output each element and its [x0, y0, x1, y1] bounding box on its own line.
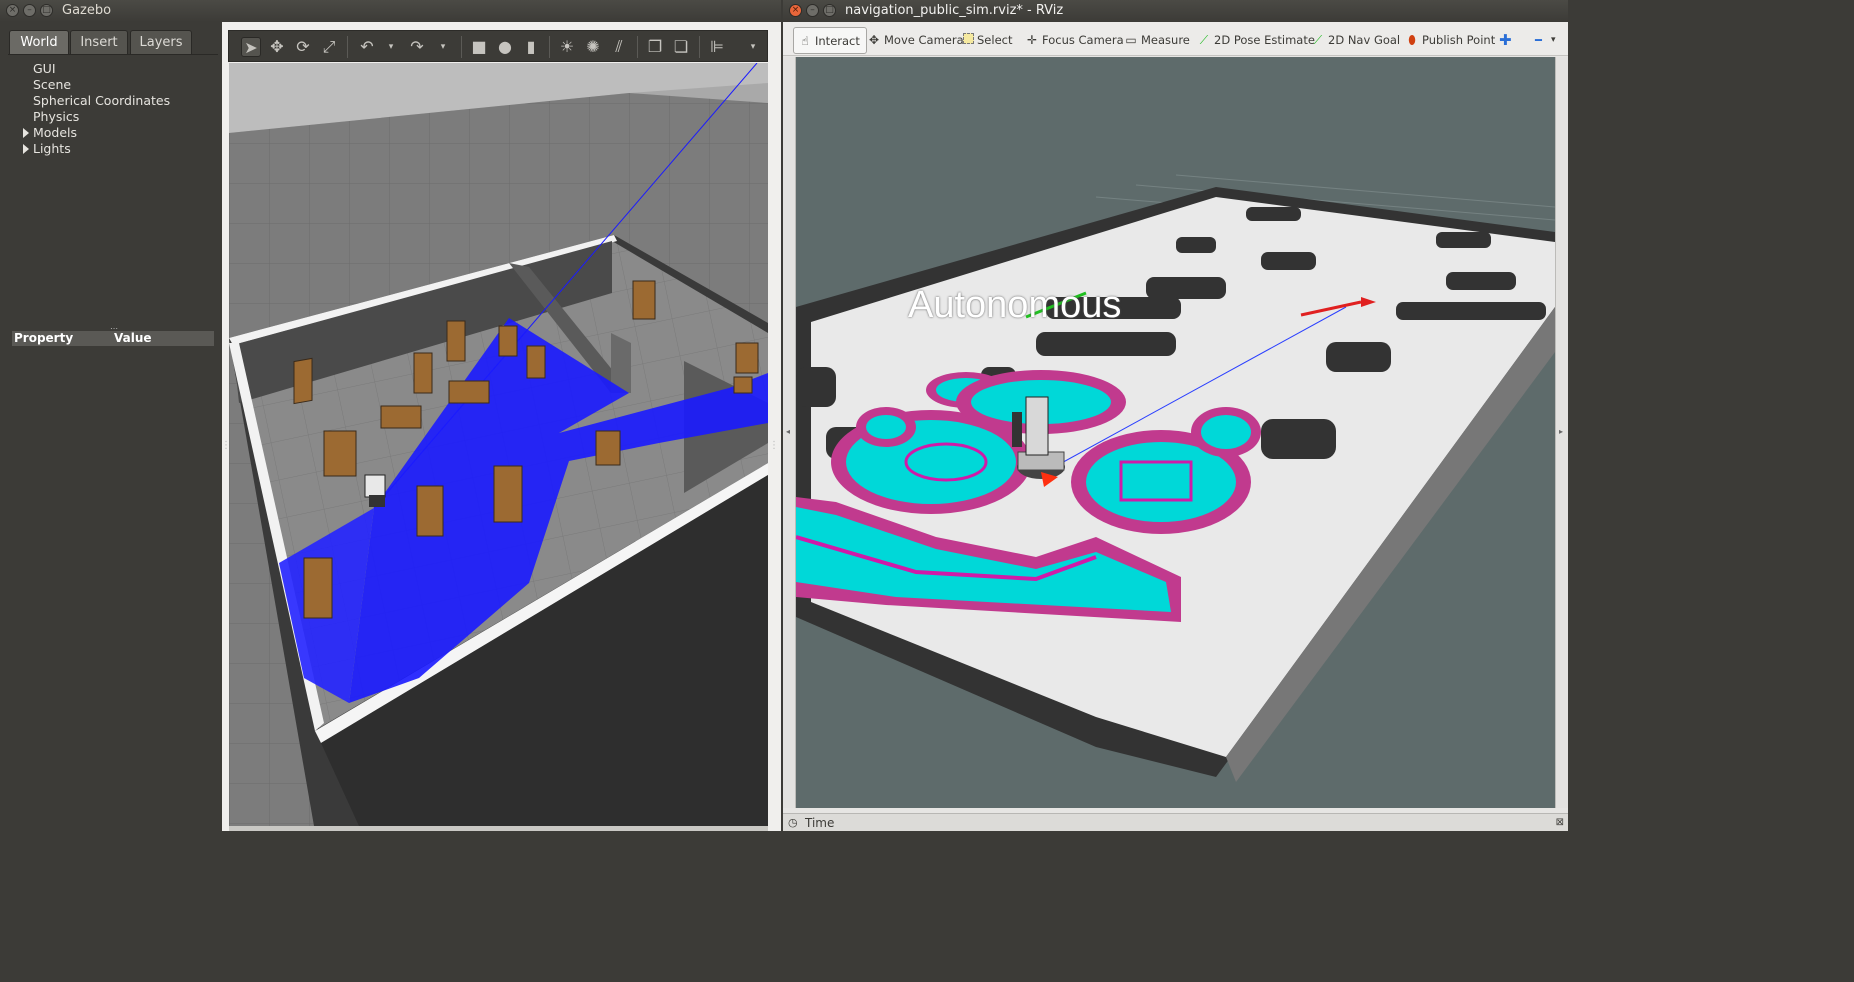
panel-splitter-icon[interactable]: ⋮: [221, 440, 231, 451]
tree-item-spherical-coordinates[interactable]: Spherical Coordinates: [33, 93, 170, 108]
maximize-icon[interactable]: □: [40, 4, 53, 17]
window-title: navigation_public_sim.rviz* - RViz: [845, 3, 1064, 18]
publish-point-tool-button[interactable]: ⬮ Publish Point: [1405, 30, 1495, 50]
rviz-window: × – □ navigation_public_sim.rviz* - RViz…: [783, 0, 1568, 831]
right-dock-edge[interactable]: ▸: [1555, 57, 1568, 808]
2d-nav-goal-tool-button[interactable]: ⟋ 2D Nav Goal: [1311, 30, 1400, 50]
sun-light-icon[interactable]: ☀: [557, 37, 577, 57]
collapse-left-icon[interactable]: ◂: [786, 427, 790, 436]
focus-camera-tool-button[interactable]: ✛ Focus Camera: [1025, 30, 1124, 50]
hand-icon: ☝: [801, 34, 809, 48]
rviz-titlebar[interactable]: × – □ navigation_public_sim.rviz* - RViz: [783, 0, 1568, 22]
rviz-scene: [796, 57, 1555, 808]
interact-tool-button[interactable]: ☝ Interact: [793, 27, 867, 54]
nav-goal-arrow-icon: ⟋: [1313, 33, 1323, 47]
sphere-icon[interactable]: ●: [495, 37, 515, 57]
move-camera-icon: ✥: [868, 33, 880, 47]
value-column-header: Value: [114, 331, 152, 345]
directional-light-icon[interactable]: ⫽: [609, 37, 629, 57]
2d-pose-estimate-tool-button[interactable]: ⟋ 2D Pose Estimate: [1197, 30, 1315, 50]
map-pin-icon: ⬮: [1408, 33, 1416, 47]
measure-tool-button[interactable]: ▭ Measure: [1124, 30, 1190, 50]
redo-dropdown-icon[interactable]: ▾: [433, 37, 453, 57]
collapse-right-icon[interactable]: ▸: [1559, 427, 1563, 436]
gazebo-3d-viewport[interactable]: [229, 63, 768, 826]
rviz-3d-render-panel[interactable]: Autonomous: [796, 57, 1555, 808]
select-box-icon: [963, 33, 974, 44]
property-column-header: Property: [14, 331, 74, 345]
toolbar-separator: [461, 36, 462, 58]
undo-icon[interactable]: ↶: [357, 37, 377, 57]
time-panel-title: Time: [805, 816, 835, 830]
minimize-icon[interactable]: –: [806, 4, 819, 17]
focus-camera-icon: ✛: [1026, 33, 1038, 47]
gazebo-left-panel: World Insert Layers GUI Scene Spherical …: [0, 22, 222, 831]
rviz-toolbar: ☝ Interact ✥ Move Camera Select ✛ Focus Cam…: [783, 22, 1568, 56]
select-tool-button[interactable]: Select: [963, 30, 1012, 50]
expand-arrow-icon[interactable]: [23, 144, 29, 154]
tab-world[interactable]: World: [9, 30, 69, 54]
property-table-header: Property Value: [12, 331, 214, 346]
tree-item-gui[interactable]: GUI: [33, 61, 56, 76]
tree-item-scene[interactable]: Scene: [33, 77, 71, 92]
paste-icon[interactable]: ❏: [671, 37, 691, 57]
world-tree: GUI Scene Spherical Coordinates Physics …: [8, 54, 218, 324]
scale-icon[interactable]: ⤢: [319, 37, 339, 57]
tree-item-physics[interactable]: Physics: [33, 109, 79, 124]
toolbar-separator: [347, 36, 348, 58]
toolbar-separator: [637, 36, 638, 58]
copy-icon[interactable]: ❐: [645, 37, 665, 57]
gazebo-toolbar: ➤ ✥ ⟳ ⤢ ↶ ▾ ↷ ▾ ■ ● ▮ ☀ ✺ ⫽ ❐ ❏ ⊫ ▾: [228, 30, 768, 62]
gazebo-titlebar[interactable]: × – □ Gazebo: [0, 0, 781, 22]
close-icon[interactable]: ×: [789, 4, 802, 17]
window-title: Gazebo: [62, 3, 112, 18]
maximize-icon[interactable]: □: [823, 4, 836, 17]
gazebo-status-bar: [229, 826, 768, 831]
gazebo-scene: [229, 63, 768, 826]
clock-icon: ◷: [788, 816, 798, 829]
minimize-icon[interactable]: –: [23, 4, 36, 17]
box-icon[interactable]: ■: [469, 37, 489, 57]
gazebo-window: × – □ Gazebo World Insert Layers GUI Sce…: [0, 0, 781, 831]
ruler-icon: ▭: [1125, 33, 1137, 47]
move-camera-tool-button[interactable]: ✥ Move Camera: [867, 30, 964, 50]
tab-insert[interactable]: Insert: [70, 30, 128, 54]
align-icon[interactable]: ⊫: [707, 37, 727, 57]
add-tool-icon[interactable]: ✚: [1499, 30, 1512, 50]
undo-dropdown-icon[interactable]: ▾: [381, 37, 401, 57]
rotate-icon[interactable]: ⟳: [293, 37, 313, 57]
pose-arrow-icon: ⟋: [1199, 33, 1209, 47]
left-dock-edge[interactable]: ◂: [783, 57, 796, 808]
close-icon[interactable]: ⊠: [1556, 814, 1564, 831]
redo-icon[interactable]: ↷: [407, 37, 427, 57]
time-panel: ◷ Time ⊠: [783, 813, 1568, 831]
select-arrow-icon[interactable]: ➤: [241, 37, 261, 57]
cylinder-icon[interactable]: ▮: [521, 37, 541, 57]
expand-arrow-icon[interactable]: [23, 128, 29, 138]
toolbar-separator: [699, 36, 700, 58]
tree-item-lights[interactable]: Lights: [23, 141, 71, 156]
view-splitter-icon[interactable]: ⋮: [769, 440, 779, 451]
toolbar-more-icon[interactable]: ▾: [743, 37, 763, 57]
status-overlay-text: Autonomous: [908, 284, 1122, 326]
toolbar-more-icon[interactable]: ▾: [1551, 30, 1556, 50]
close-icon[interactable]: ×: [6, 4, 19, 17]
translate-icon[interactable]: ✥: [267, 37, 287, 57]
tab-layers[interactable]: Layers: [130, 30, 192, 54]
toolbar-separator: [549, 36, 550, 58]
point-light-icon[interactable]: ✺: [583, 37, 603, 57]
tree-item-models[interactable]: Models: [23, 125, 77, 140]
remove-tool-icon[interactable]: ━: [1535, 30, 1542, 50]
